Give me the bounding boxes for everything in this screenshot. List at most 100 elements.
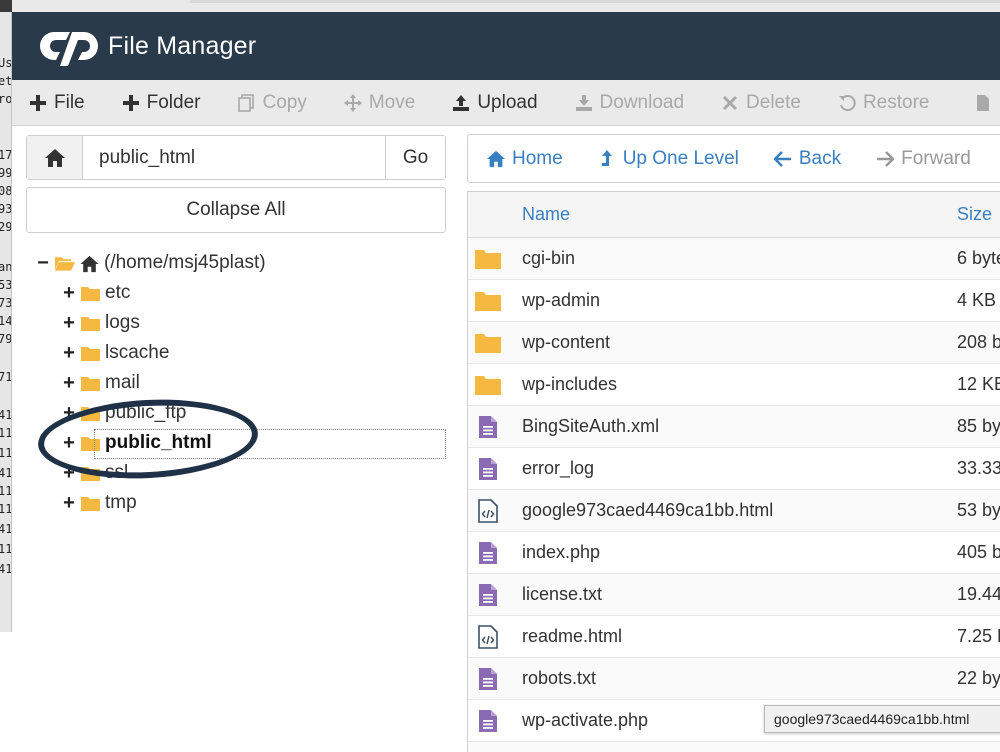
up-one-level-button[interactable]: Up One Level xyxy=(597,148,739,170)
size-column-header[interactable]: Size xyxy=(957,204,992,225)
copy-label: Copy xyxy=(262,91,307,113)
file-size: 19.44 KB xyxy=(957,584,1000,604)
file-name: wp-content xyxy=(522,332,611,352)
move-icon xyxy=(343,93,363,113)
new-file-label: File xyxy=(54,91,85,113)
expand-toggle-icon[interactable]: + xyxy=(62,313,76,333)
folder-icon xyxy=(80,495,101,512)
tree-item-lscache[interactable]: + lscache xyxy=(36,338,448,368)
toolbar: File Folder Copy Move Upload Download De… xyxy=(12,80,1000,126)
text-file-icon xyxy=(474,709,502,733)
path-input[interactable] xyxy=(83,136,385,179)
file-name: cgi-bin xyxy=(522,248,576,268)
upload-button[interactable]: Upload xyxy=(451,91,538,114)
background-window-top xyxy=(0,0,1000,12)
background-text-fragment: 93 xyxy=(0,202,12,216)
file-name: readme.html xyxy=(522,626,623,646)
background-text-fragment: 11 xyxy=(0,446,12,460)
forward-button[interactable]: Forward xyxy=(875,148,971,170)
table-row[interactable]: cgi-bin 6 bytes xyxy=(468,238,1000,280)
new-folder-button[interactable]: Folder xyxy=(121,92,200,114)
restore-button[interactable]: Restore xyxy=(837,92,929,114)
tree-item-label: logs xyxy=(105,312,140,333)
file-size: 12 KB xyxy=(957,374,1000,394)
background-text-fragment: 11 xyxy=(0,484,12,498)
file-name: wp-includes xyxy=(522,374,618,394)
text-file-icon xyxy=(474,457,502,481)
folder-icon xyxy=(80,285,101,302)
upload-label: Upload xyxy=(477,91,538,113)
tree-item-mail[interactable]: + mail xyxy=(36,368,448,398)
move-button[interactable]: Move xyxy=(343,92,415,114)
table-row[interactable]: error_log 33.33 KB xyxy=(468,448,1000,490)
file-size: 405 bytes xyxy=(957,542,1000,562)
close-icon xyxy=(720,93,740,113)
go-button[interactable]: Go xyxy=(385,136,445,179)
back-button[interactable]: Back xyxy=(773,148,841,170)
new-file-button[interactable]: File xyxy=(28,92,85,114)
table-row[interactable]: wp-includes 12 KB xyxy=(468,364,1000,406)
home-icon xyxy=(79,255,100,272)
download-button[interactable]: Download xyxy=(574,92,684,114)
file-size: 53 bytes xyxy=(957,500,1000,520)
table-row[interactable]: robots.txt 22 bytes xyxy=(468,658,1000,700)
cpanel-logo-icon xyxy=(40,24,102,68)
tree-item-label: lscache xyxy=(105,342,170,363)
expand-toggle-icon[interactable]: + xyxy=(62,283,76,303)
level-up-icon xyxy=(597,149,617,169)
table-row[interactable]: index.php 405 bytes xyxy=(468,532,1000,574)
background-text-fragment: an xyxy=(0,260,12,274)
tree-item-label: tmp xyxy=(105,492,137,513)
expand-toggle-icon[interactable]: + xyxy=(62,373,76,393)
background-text-fragment: 53 xyxy=(0,278,12,292)
background-text-fragment: 11 xyxy=(0,502,12,516)
path-bar: Go xyxy=(26,135,446,180)
tree-item-label: etc xyxy=(105,282,131,303)
expand-toggle-icon[interactable]: + xyxy=(62,343,76,363)
table-row[interactable]: wp-content 208 bytes xyxy=(468,322,1000,364)
rename-button[interactable]: Re xyxy=(973,92,1000,114)
delete-button[interactable]: Delete xyxy=(720,92,801,114)
copy-button[interactable]: Copy xyxy=(236,91,307,114)
table-row[interactable]: readme.html 7.25 KB xyxy=(468,616,1000,658)
folder-icon xyxy=(80,375,101,392)
tree-item-etc[interactable]: + etc xyxy=(36,278,448,308)
folder-icon xyxy=(474,289,502,313)
background-text-fragment: 41 xyxy=(0,408,12,422)
file-name: license.txt xyxy=(522,584,603,604)
directory-tree: − (/home/msj45plast) + etc + logs + lsca… xyxy=(36,248,448,518)
folder-icon xyxy=(80,345,101,362)
collapse-all-button[interactable]: Collapse All xyxy=(26,187,446,233)
background-text-fragment: et xyxy=(0,74,12,88)
up-one-level-label: Up One Level xyxy=(622,147,739,169)
table-row[interactable]: BingSiteAuth.xml 85 bytes xyxy=(468,406,1000,448)
background-text-fragment: 29 xyxy=(0,220,12,234)
tree-root[interactable]: − (/home/msj45plast) xyxy=(36,248,448,278)
text-file-icon xyxy=(474,541,502,565)
table-row[interactable]: wp-admin 4 KB xyxy=(468,280,1000,322)
file-name: error_log xyxy=(522,458,595,478)
home-nav-button[interactable]: Home xyxy=(486,148,563,170)
tree-item-logs[interactable]: + logs xyxy=(36,308,448,338)
file-name: index.php xyxy=(522,542,601,562)
file-table: Name Size cgi-bin 6 bytes wp-admin 4 KB wp-c… xyxy=(467,191,1000,752)
app-title: File Manager xyxy=(108,31,257,60)
background-text-fragment: 41 xyxy=(0,466,12,480)
expand-toggle-icon[interactable]: + xyxy=(62,493,76,513)
background-text-fragment: 08 xyxy=(0,184,12,198)
tree-item-tmp[interactable]: + tmp xyxy=(36,488,448,518)
folder-open-icon xyxy=(54,255,75,272)
code-file-icon xyxy=(474,499,502,523)
file-name: wp-activate.php xyxy=(522,710,649,730)
page: Us et ro 17 99 08 93 29 an 53 73 14 79 71 41 11 11 41 11 11… xyxy=(0,0,1000,752)
name-column-header[interactable]: Name xyxy=(522,204,570,225)
table-row[interactable] xyxy=(468,742,1000,752)
home-path-button[interactable] xyxy=(27,136,83,179)
table-row[interactable]: google973caed4469ca1bb.html 53 bytes xyxy=(468,490,1000,532)
home-icon xyxy=(44,148,65,167)
collapse-toggle-icon[interactable]: − xyxy=(36,253,50,273)
restore-icon xyxy=(837,93,857,113)
table-row[interactable]: license.txt 19.44 KB xyxy=(468,574,1000,616)
upload-icon xyxy=(451,93,471,113)
background-text-fragment: 73 xyxy=(0,296,12,310)
